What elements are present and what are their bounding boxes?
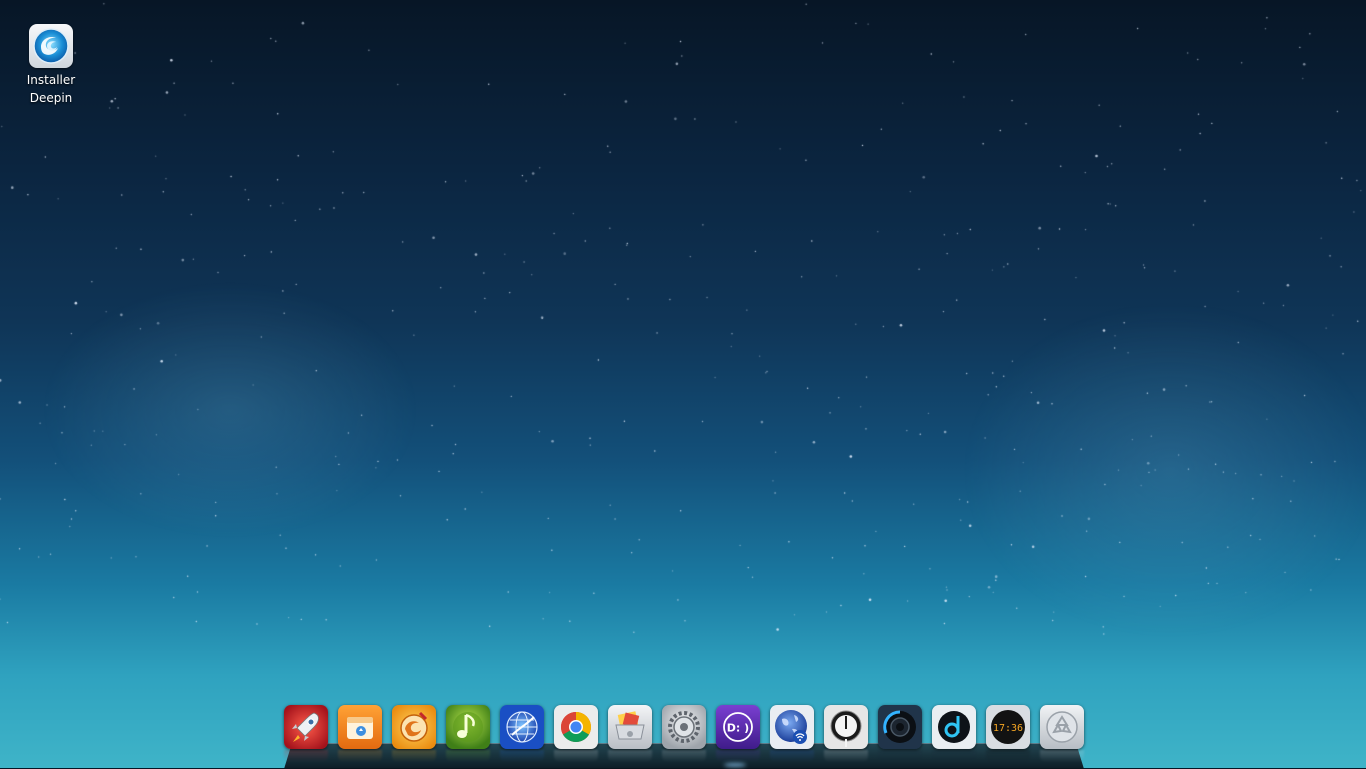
launcher-icon [284, 705, 328, 749]
dock-app-deepin-music[interactable] [446, 705, 490, 749]
dock-app-deepin-movie[interactable] [932, 705, 976, 749]
dock-app-web-browser[interactable] [500, 705, 544, 749]
deepin-installer-icon [29, 24, 73, 68]
deepin-feedback-icon: D: ) [716, 705, 760, 749]
desktop-icon-label: Installer Deepin [26, 73, 76, 105]
dock-app-network[interactable] [770, 705, 814, 749]
clock-icon: 17:36 [986, 705, 1030, 749]
dock-reflection [716, 750, 760, 762]
dock-reflection [608, 750, 652, 762]
dock-app-chrome[interactable] [554, 705, 598, 749]
dock-reflection [824, 750, 868, 762]
dock-reflection [932, 750, 976, 762]
dock-app-power[interactable] [824, 705, 868, 749]
dock-reflection [554, 750, 598, 762]
dock-app-system-settings[interactable] [662, 705, 706, 749]
dock-app-file-manager[interactable] [338, 705, 382, 749]
dock-reflection [1040, 750, 1084, 762]
dock-app-deepin-feedback[interactable]: D: ) [716, 705, 760, 749]
file-manager-icon [338, 705, 382, 749]
dock-reflection [446, 750, 490, 762]
dock-reflection [338, 750, 382, 762]
dock-indicator [724, 763, 746, 767]
web-browser-icon [500, 705, 544, 749]
media-player-icon [878, 705, 922, 749]
dock-reflection [770, 750, 814, 762]
dock-app-launcher[interactable] [284, 705, 328, 749]
dock-app-deepin-store[interactable] [392, 705, 436, 749]
dock-app-clock[interactable]: 17:36 [986, 705, 1030, 749]
dock-reflection [500, 750, 544, 762]
deepin-movie-icon [932, 705, 976, 749]
deepin-music-icon [446, 705, 490, 749]
dock-reflection [284, 750, 328, 762]
dock-app-mail[interactable] [608, 705, 652, 749]
desktop-icon-installer-deepin[interactable]: Installer Deepin [14, 24, 88, 107]
trash-icon [1040, 705, 1084, 749]
dock-reflection [878, 750, 922, 762]
dock: D: ) 17:36 [284, 701, 1084, 769]
network-icon [770, 705, 814, 749]
system-settings-icon [662, 705, 706, 749]
dock-reflection [986, 750, 1030, 762]
dock-app-media-player[interactable] [878, 705, 922, 749]
clock-time: 17:36 [993, 723, 1023, 734]
deepin-store-icon [392, 705, 436, 749]
mail-icon [608, 705, 652, 749]
wallpaper-nebula [40, 280, 420, 540]
dock-reflection [662, 750, 706, 762]
dock-app-trash[interactable] [1040, 705, 1084, 749]
dock-reflection [392, 750, 436, 762]
svg-text:D: ): D: ) [727, 722, 749, 735]
power-icon [824, 705, 868, 749]
chrome-icon [554, 705, 598, 749]
wallpaper-nebula [960, 300, 1366, 640]
